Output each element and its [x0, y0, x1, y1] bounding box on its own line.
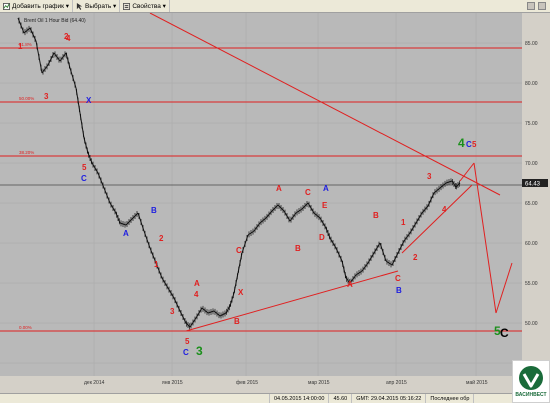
wave-label: X: [238, 288, 244, 297]
wave-label: B: [151, 206, 157, 215]
current-price-tag: 64.43: [525, 182, 541, 188]
wave-label: C: [236, 246, 242, 255]
select-label: Выбрать: [85, 2, 112, 10]
select-button[interactable]: Выбрать ▾: [73, 0, 121, 12]
properties-icon: [123, 2, 131, 10]
wave-label: D: [319, 233, 325, 242]
status-bar: 04.05.2015 14:00:00 45.60 GMT: 29.04.201…: [0, 393, 550, 403]
wave-label: 5: [185, 337, 190, 346]
price-tick-label: 75.00: [525, 121, 538, 127]
wave-label: C: [183, 348, 189, 357]
wave-label: B: [234, 317, 240, 326]
chart-toolbar: Добавить график ▾ Выбрать ▾ Свойства ▾: [0, 0, 550, 13]
wave-label: B: [373, 211, 379, 220]
price-chart[interactable]: 61.8% 50.00% 38.20% 0.00% 1243X5CBA214A35C3…: [0, 13, 550, 403]
plot-background: [0, 13, 522, 376]
status-spacer: [0, 393, 270, 403]
wave-label: 4: [66, 34, 71, 43]
add-chart-label: Добавить график: [12, 2, 64, 10]
date-tick-label: апр 2015: [386, 380, 407, 386]
fib-level-label: 50.00%: [19, 96, 34, 101]
wave-label: B: [396, 286, 402, 295]
price-tick-label: 65.00: [525, 201, 538, 207]
wave-label: C: [395, 274, 401, 283]
properties-label: Свойства: [132, 2, 161, 10]
fib-level-label: 0.00%: [19, 325, 32, 330]
wave-label: 1: [401, 218, 406, 227]
wave-label: 3: [170, 307, 175, 316]
wave-label: 4: [194, 290, 199, 299]
wave-label: 5: [472, 140, 477, 149]
date-tick-label: дек 2014: [84, 380, 105, 386]
wave-label: 3: [196, 344, 203, 358]
fib-level-label: 38.20%: [19, 150, 34, 155]
chart-canvas: 61.8%50.00%38.20%0.00% 1243 X5CBA214A35C 3…: [0, 13, 550, 386]
status-gmt: GMT: 29.04.2015 05:16:22: [352, 393, 427, 403]
status-value: 45.60: [329, 393, 353, 403]
wave-label: C: [81, 174, 87, 183]
date-tick-label: фев 2015: [236, 380, 258, 386]
logo-text: ВАСИНВЕСТ: [515, 392, 547, 398]
wave-label: 3: [44, 92, 49, 101]
wave-label: 2: [413, 253, 418, 262]
price-tick-label: 70.00: [525, 161, 538, 167]
price-tick-label: 80.00: [525, 81, 538, 87]
wave-label: 4: [458, 136, 465, 150]
wave-label: 5: [82, 163, 87, 172]
wave-label: A: [123, 229, 129, 238]
date-tick-label: янв 2015: [162, 380, 183, 386]
wave-label: E: [322, 201, 328, 210]
add-chart-button[interactable]: Добавить график ▾: [0, 0, 74, 12]
price-tick-label: 60.00: [525, 241, 538, 247]
wave-label: 4: [442, 205, 447, 214]
price-tick-label: 55.00: [525, 281, 538, 287]
wave-label: A: [276, 184, 282, 193]
status-datetime: 04.05.2015 14:00:00: [270, 393, 330, 403]
wave-label: A: [323, 184, 329, 193]
add-chart-icon: [3, 2, 10, 10]
date-tick-label: май 2015: [466, 379, 488, 386]
price-tick-label: 85.00: [525, 41, 538, 47]
properties-button[interactable]: Свойства ▾: [120, 0, 170, 12]
wave-label: 3: [427, 172, 432, 181]
wave-label: C: [500, 326, 509, 340]
vasinvest-logo: ВАСИНВЕСТ: [512, 360, 550, 403]
wave-label: 1: [18, 42, 23, 51]
wave-label: A: [194, 279, 200, 288]
wave-label: C: [305, 188, 311, 197]
wave-label: B: [295, 244, 301, 253]
pointer-icon: [76, 2, 83, 10]
window-restore-button[interactable]: [527, 2, 535, 10]
logo-emblem-icon: [519, 366, 543, 390]
window-close-button[interactable]: [538, 2, 546, 10]
wave-label: 2: [159, 234, 164, 243]
wave-label: X: [86, 96, 92, 105]
wave-label: A: [347, 280, 353, 289]
date-tick-label: мар 2015: [308, 380, 330, 386]
chart-legend: Brent Oil 1 Hour Bid (64.40): [24, 18, 86, 24]
wave-label: 1: [154, 260, 159, 269]
price-tick-label: 50.00: [525, 321, 538, 327]
status-last: Последнее обр: [426, 393, 475, 403]
